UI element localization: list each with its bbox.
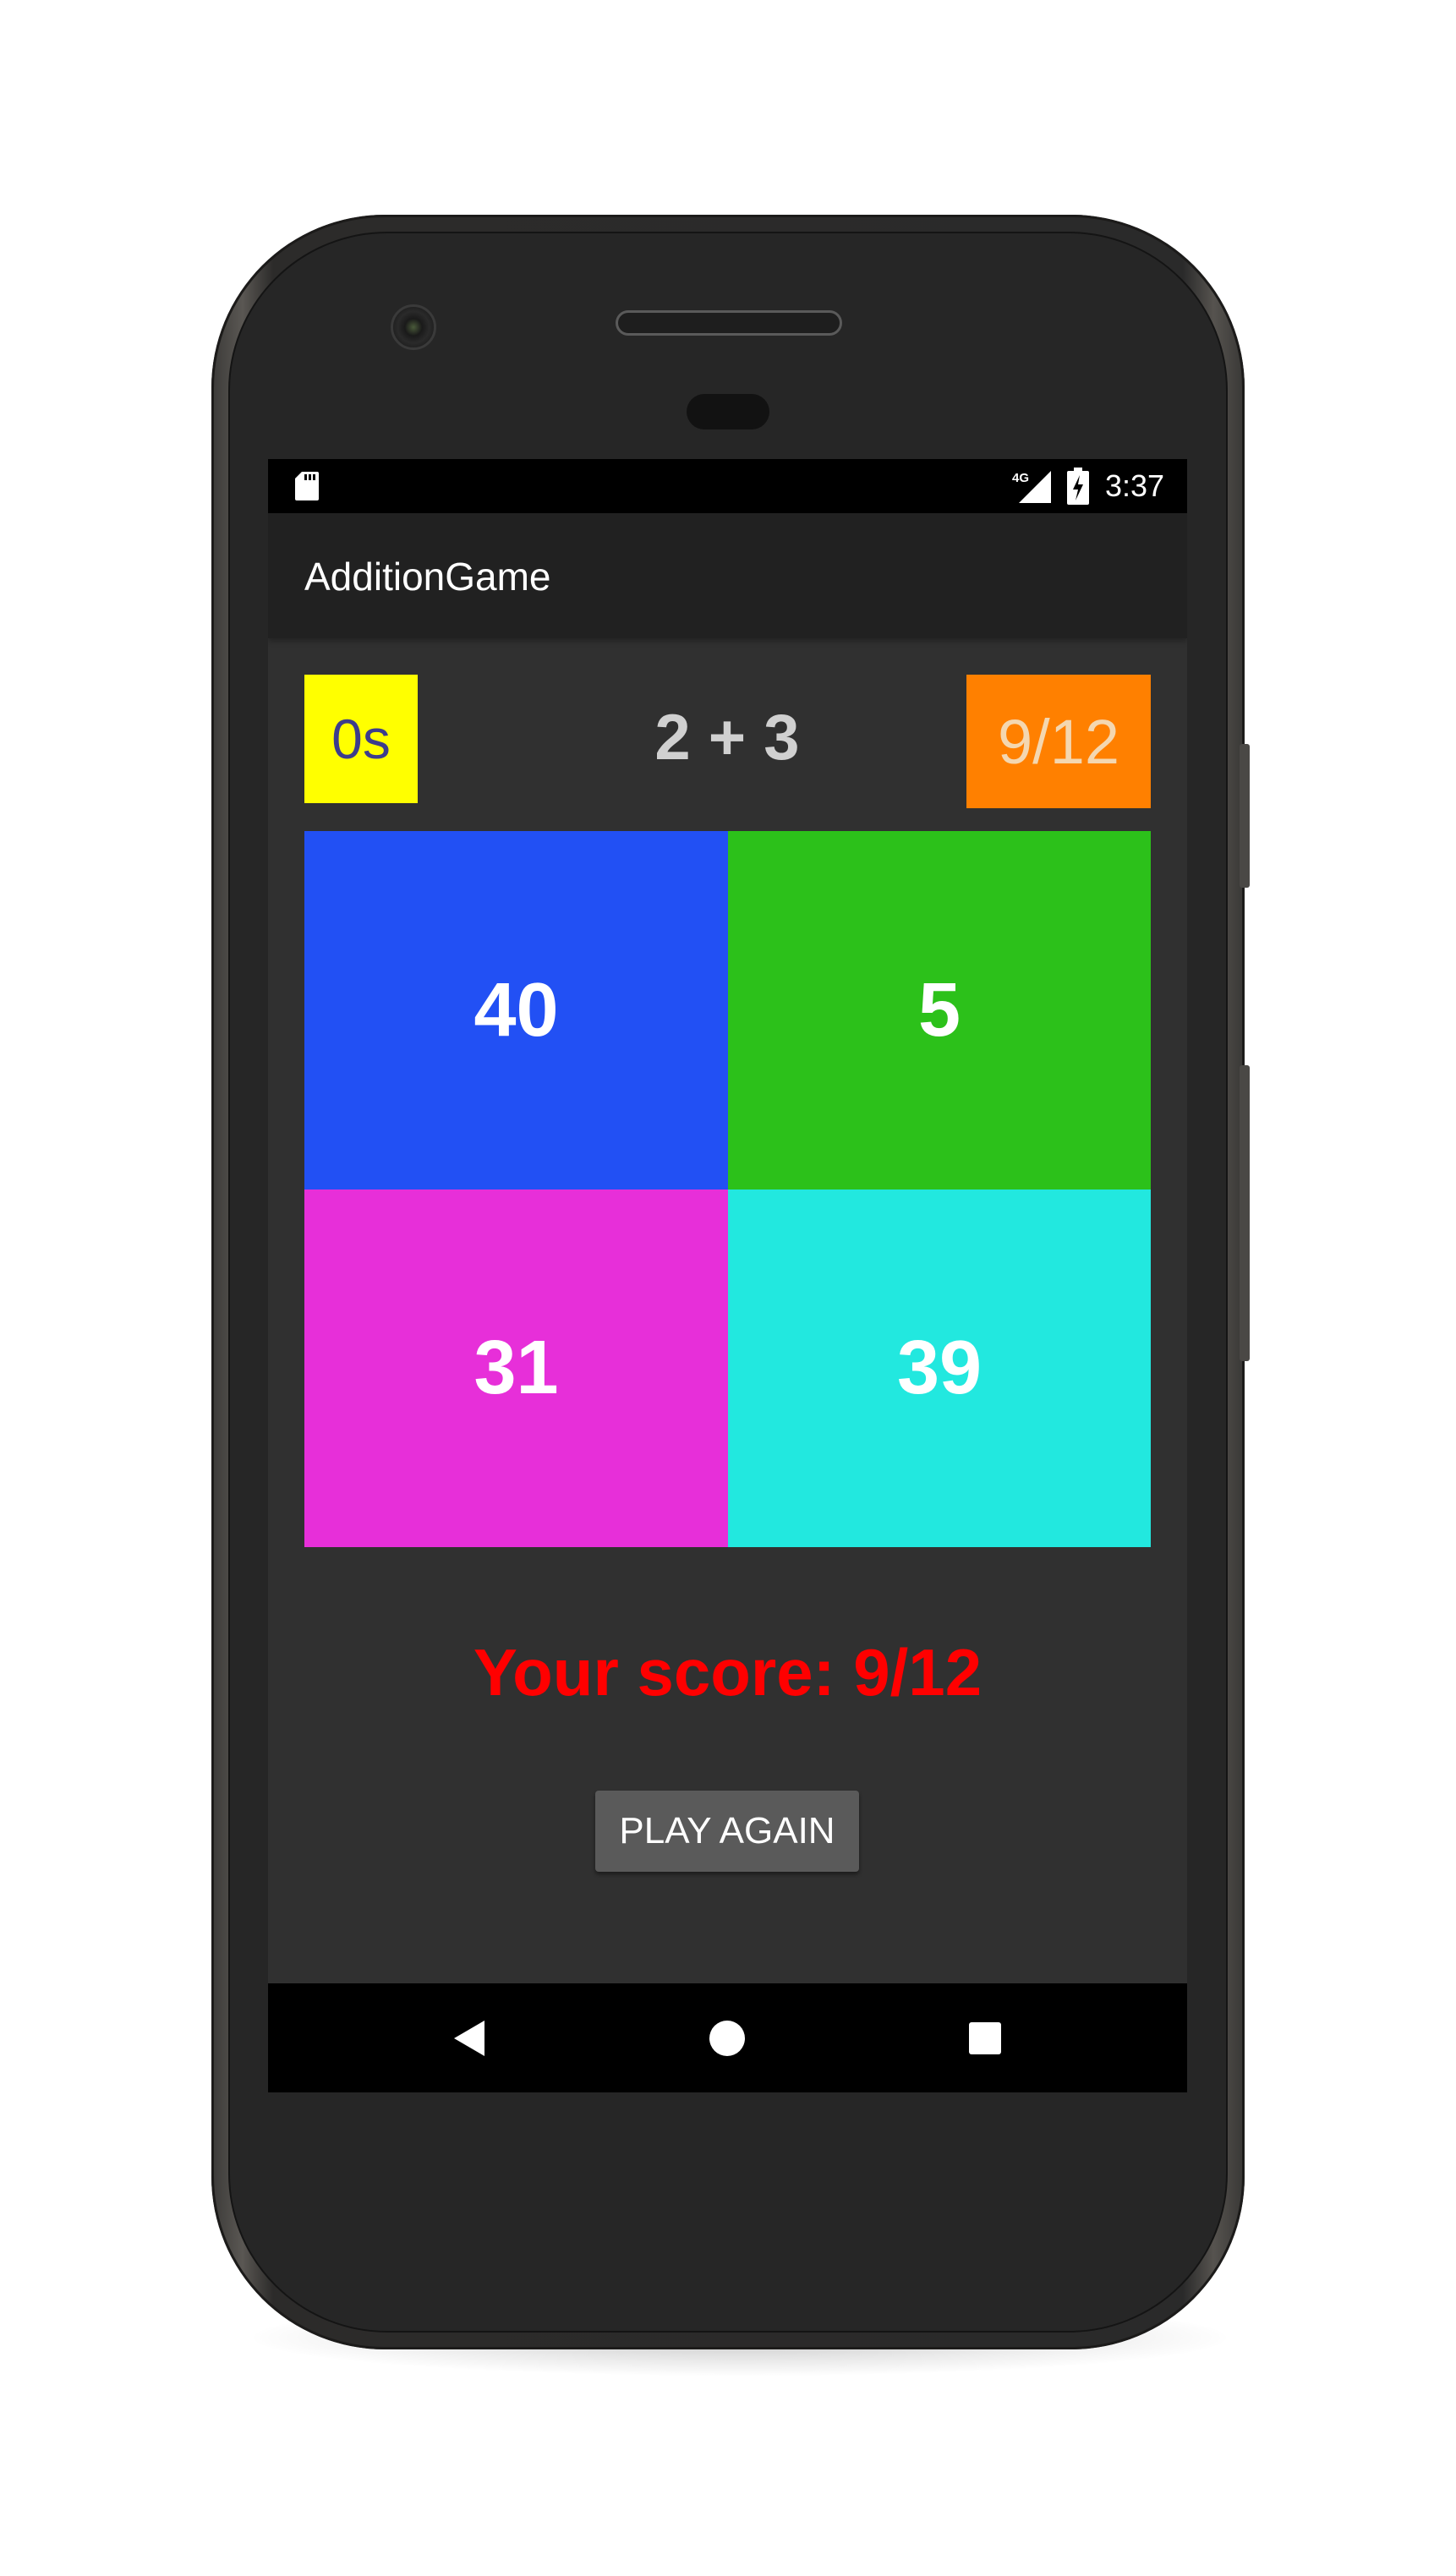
proximity-sensor: [687, 394, 769, 429]
answer-button-2[interactable]: 5: [728, 831, 1151, 1190]
power-button: [1240, 744, 1250, 888]
score-display: 9/12: [966, 675, 1151, 808]
network-type-label: 4G: [1012, 471, 1029, 485]
earpiece-speaker: [616, 310, 842, 336]
home-circle-icon: [709, 2021, 745, 2056]
status-clock: 3:37: [1105, 468, 1165, 503]
cell-signal-icon: 4G: [1012, 471, 1051, 503]
volume-rocker: [1240, 1065, 1250, 1361]
nav-home-button[interactable]: [698, 2009, 757, 2068]
answer-button-4[interactable]: 39: [728, 1190, 1151, 1547]
play-again-button[interactable]: PLAY AGAIN: [595, 1791, 859, 1872]
answer-button-1[interactable]: 40: [304, 831, 728, 1190]
nav-recent-apps-button[interactable]: [955, 2009, 1015, 2068]
front-camera: [391, 304, 436, 350]
recent-apps-square-icon: [969, 2022, 1001, 2054]
answer-button-3[interactable]: 31: [304, 1190, 728, 1547]
back-triangle-icon: [454, 2021, 484, 2056]
device-screen: 4G 3:37 AdditionGame 0s 2 + 3 9/12 40 5 …: [268, 459, 1187, 2092]
navigation-bar: [268, 1983, 1187, 2092]
timer-display: 0s: [304, 675, 418, 803]
device-frame-stage: 4G 3:37 AdditionGame 0s 2 + 3 9/12 40 5 …: [0, 0, 1456, 2576]
result-message: Your score: 9/12: [473, 1635, 983, 1709]
question-text: 2 + 3: [654, 702, 800, 774]
battery-charging-icon: [1067, 468, 1089, 505]
answer-grid: 40 5 31 39: [304, 831, 1151, 1547]
nav-back-button[interactable]: [440, 2009, 499, 2068]
app-title: AdditionGame: [304, 555, 551, 599]
status-bar: 4G 3:37: [268, 459, 1187, 513]
sd-card-icon: [295, 472, 319, 500]
app-toolbar: AdditionGame: [268, 513, 1187, 638]
